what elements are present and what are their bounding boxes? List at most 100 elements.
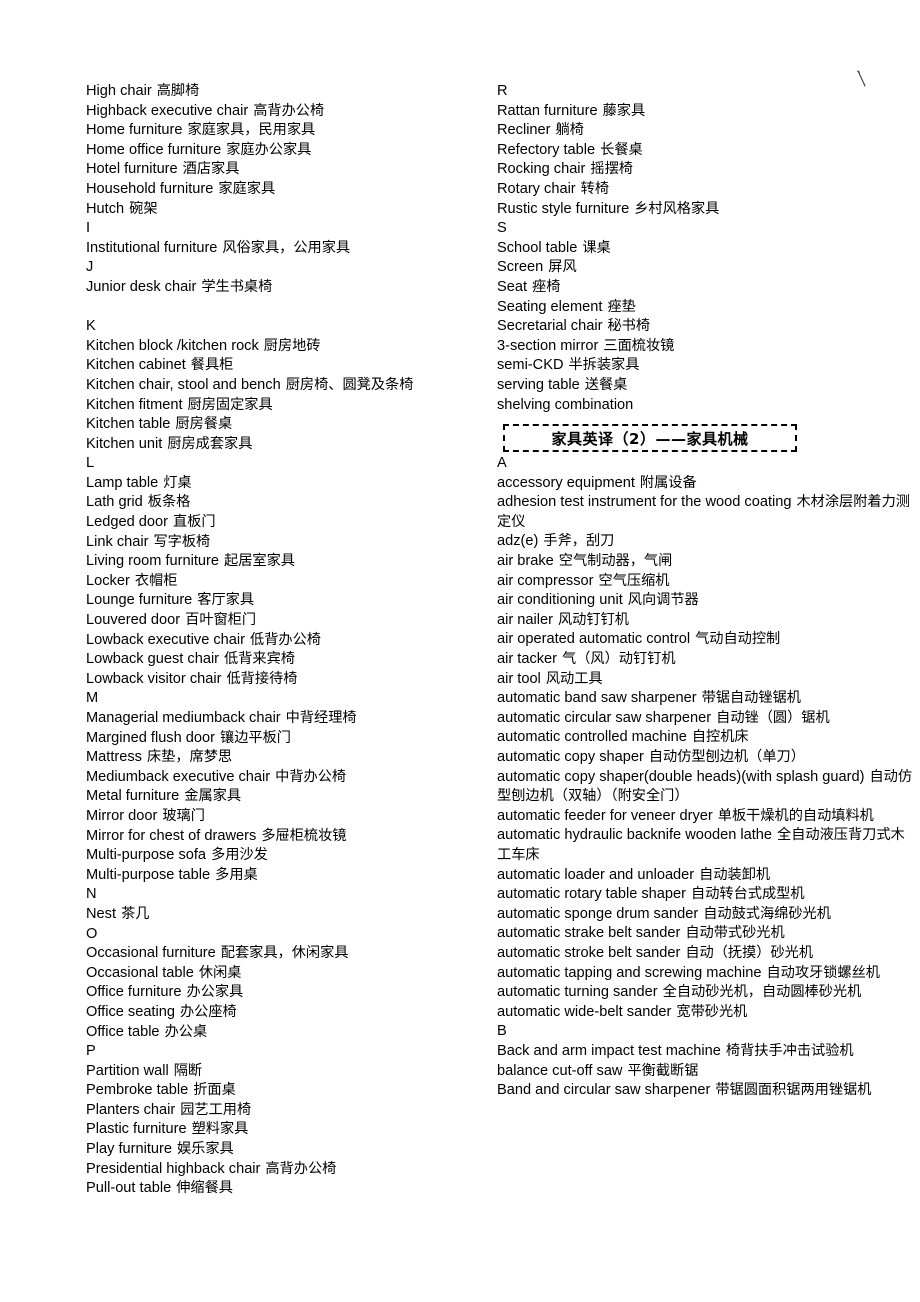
entry-term-cn: 空气压缩机: [598, 572, 670, 589]
entry-term-cn: 衣帽柜: [134, 572, 178, 589]
glossary-entry: Kitchen table 厨房餐桌: [86, 415, 486, 435]
glossary-entry: Pembroke table 折面桌: [86, 1081, 486, 1101]
glossary-entry: Hotel furniture 酒店家具: [86, 160, 486, 180]
entry-term-cn: 办公座椅: [179, 1003, 237, 1020]
glossary-entry: air conditioning unit 风向调节器: [497, 591, 913, 611]
entry-term-en: serving table: [497, 376, 580, 393]
entry-term-cn: 低背来宾椅: [224, 651, 295, 668]
entry-term-en: Band and circular saw sharpener: [497, 1082, 711, 1099]
entry-term-cn: 高背办公椅: [265, 1160, 337, 1177]
entry-term-en: Kitchen cabinet: [86, 357, 186, 374]
alphabet-heading: I: [86, 219, 486, 239]
entry-term-cn: 单板干燥机的自动填料机: [717, 807, 874, 824]
alphabet-heading: L: [86, 454, 486, 474]
glossary-entry: automatic stroke belt sander 自动（抚摸）砂光机: [497, 944, 913, 964]
glossary-entry: Managerial mediumback chair 中背经理椅: [86, 709, 486, 729]
entry-term-cn: 百叶窗柜门: [185, 612, 257, 629]
entry-term-cn: 板条格: [147, 494, 191, 511]
entry-term-en: Rustic style furniture: [497, 200, 630, 217]
glossary-entry: Pull-out table 伸缩餐具: [86, 1179, 486, 1199]
entry-term-cn: 起居室家具: [224, 553, 295, 570]
glossary-entry: automatic tapping and screwing machine 自动…: [497, 964, 913, 984]
alphabet-heading: R: [497, 82, 913, 102]
entry-term-cn: 自动转台式成型机: [691, 886, 805, 903]
glossary-entry: automatic wide-belt sander 宽带砂光机: [497, 1003, 913, 1023]
entry-term-cn: 自动攻牙锁螺丝机: [766, 964, 880, 981]
glossary-entry: Recliner 躺椅: [497, 121, 913, 141]
entry-term-en: automatic circular saw sharpener: [497, 709, 712, 726]
glossary-entry: adhesion test instrument for the wood co…: [497, 493, 913, 532]
entry-term-en: semi-CKD: [497, 357, 564, 374]
glossary-entry: automatic sponge drum sander 自动鼓式海绵砂光机: [497, 905, 913, 925]
glossary-entry: High chair 高脚椅: [86, 82, 486, 102]
entry-term-cn: 转椅: [580, 180, 610, 197]
glossary-list-right-top: R Rattan furniture 藤家具 Recliner 躺椅 Refectory …: [497, 82, 913, 415]
entry-term-en: R: [497, 83, 508, 99]
entry-term-en: Metal furniture: [86, 788, 180, 805]
glossary-entry: Household furniture 家庭家具: [86, 180, 486, 200]
entry-term-cn: 自动鼓式海绵砂光机: [703, 905, 831, 922]
entry-term-cn: 家庭家具: [218, 180, 276, 197]
glossary-entry: Ledged door 直板门: [86, 513, 486, 533]
entry-term-en: Refectory table: [497, 141, 596, 158]
glossary-entry: adz(e) 手斧，刮刀: [497, 532, 913, 552]
entry-term-cn: 隔断: [173, 1062, 203, 1079]
glossary-entry: Mirror door 玻璃门: [86, 807, 486, 827]
entry-term-cn: 长餐桌: [600, 141, 643, 158]
entry-term-en: Mattress: [86, 749, 142, 766]
entry-term-en: Lowback visitor chair: [86, 670, 222, 687]
entry-term-cn: 椅背扶手冲击试验机: [725, 1042, 854, 1059]
entry-term-en: High chair: [86, 83, 152, 99]
entry-term-cn: 带锯自动锉锯机: [701, 690, 801, 707]
glossary-entry: serving table 送餐桌: [497, 376, 913, 396]
entry-term-cn: 家庭办公家具: [226, 141, 312, 158]
glossary-entry: Presidential highback chair 高背办公椅: [86, 1160, 486, 1180]
entry-term-cn: 风动钉钉机: [557, 611, 629, 628]
glossary-entry: Lowback guest chair 低背来宾椅: [86, 650, 486, 670]
section-banner-title: 家具英译（2）——家具机械: [551, 429, 749, 448]
entry-term-cn: 厨房餐桌: [175, 416, 233, 433]
entry-term-cn: 乡村风格家具: [634, 200, 720, 217]
glossary-entry: air tool 风动工具: [497, 670, 913, 690]
entry-term-en: Lowback guest chair: [86, 651, 220, 668]
entry-term-en: Recliner: [497, 122, 551, 139]
entry-term-cn: 摇摆椅: [590, 161, 633, 178]
glossary-entry: Plastic furniture 塑料家具: [86, 1120, 486, 1140]
entry-term-en: P: [86, 1043, 96, 1060]
entry-term-cn: 酒店家具: [182, 161, 240, 178]
alphabet-heading: P: [86, 1042, 486, 1062]
entry-term-cn: 灯桌: [163, 474, 192, 491]
entry-term-cn: 气动自动控制: [695, 631, 781, 648]
entry-term-en: Rocking chair: [497, 161, 586, 178]
glossary-column-right: R Rattan furniture 藤家具 Recliner 躺椅 Refectory …: [497, 82, 913, 1101]
entry-term-cn: 痤椅: [532, 278, 561, 295]
glossary-entry: Lowback executive chair 低背办公椅: [86, 631, 486, 651]
entry-term-cn: 多用桌: [215, 866, 258, 883]
entry-term-cn: 藤家具: [602, 102, 646, 119]
entry-term-en: L: [86, 455, 95, 472]
glossary-entry: Office table 办公桌: [86, 1023, 486, 1043]
entry-term-cn: 半拆装家具: [568, 357, 640, 374]
glossary-entry: automatic strake belt sander 自动带式砂光机: [497, 924, 913, 944]
glossary-entry: Lamp table 灯桌: [86, 474, 486, 494]
entry-term-en: Planters chair: [86, 1101, 176, 1118]
entry-term-en: automatic loader and unloader: [497, 866, 695, 883]
entry-term-en: shelving combination: [497, 396, 634, 413]
entry-term-cn: 娱乐家具: [176, 1141, 234, 1158]
glossary-entry: Nest 茶几: [86, 905, 486, 925]
alphabet-heading: M: [86, 689, 486, 709]
entry-term-en: Living room furniture: [86, 553, 220, 570]
entry-term-en: A: [497, 455, 507, 472]
entry-term-cn: 三面梳妆镜: [603, 337, 675, 354]
entry-term-cn: 风动工具: [545, 670, 603, 687]
entry-term-cn: 附属设备: [639, 474, 697, 491]
entry-term-en: Nest: [86, 905, 117, 922]
entry-term-en: Pembroke table: [86, 1082, 189, 1099]
entry-term-en: Home furniture: [86, 122, 183, 139]
entry-term-cn: 休闲桌: [198, 964, 242, 981]
entry-term-cn: 自动（抚摸）砂光机: [685, 944, 814, 961]
entry-term-en: Household furniture: [86, 180, 214, 197]
entry-term-cn: 塑料家具: [191, 1121, 249, 1138]
entry-term-en: balance cut-off saw: [497, 1062, 623, 1079]
